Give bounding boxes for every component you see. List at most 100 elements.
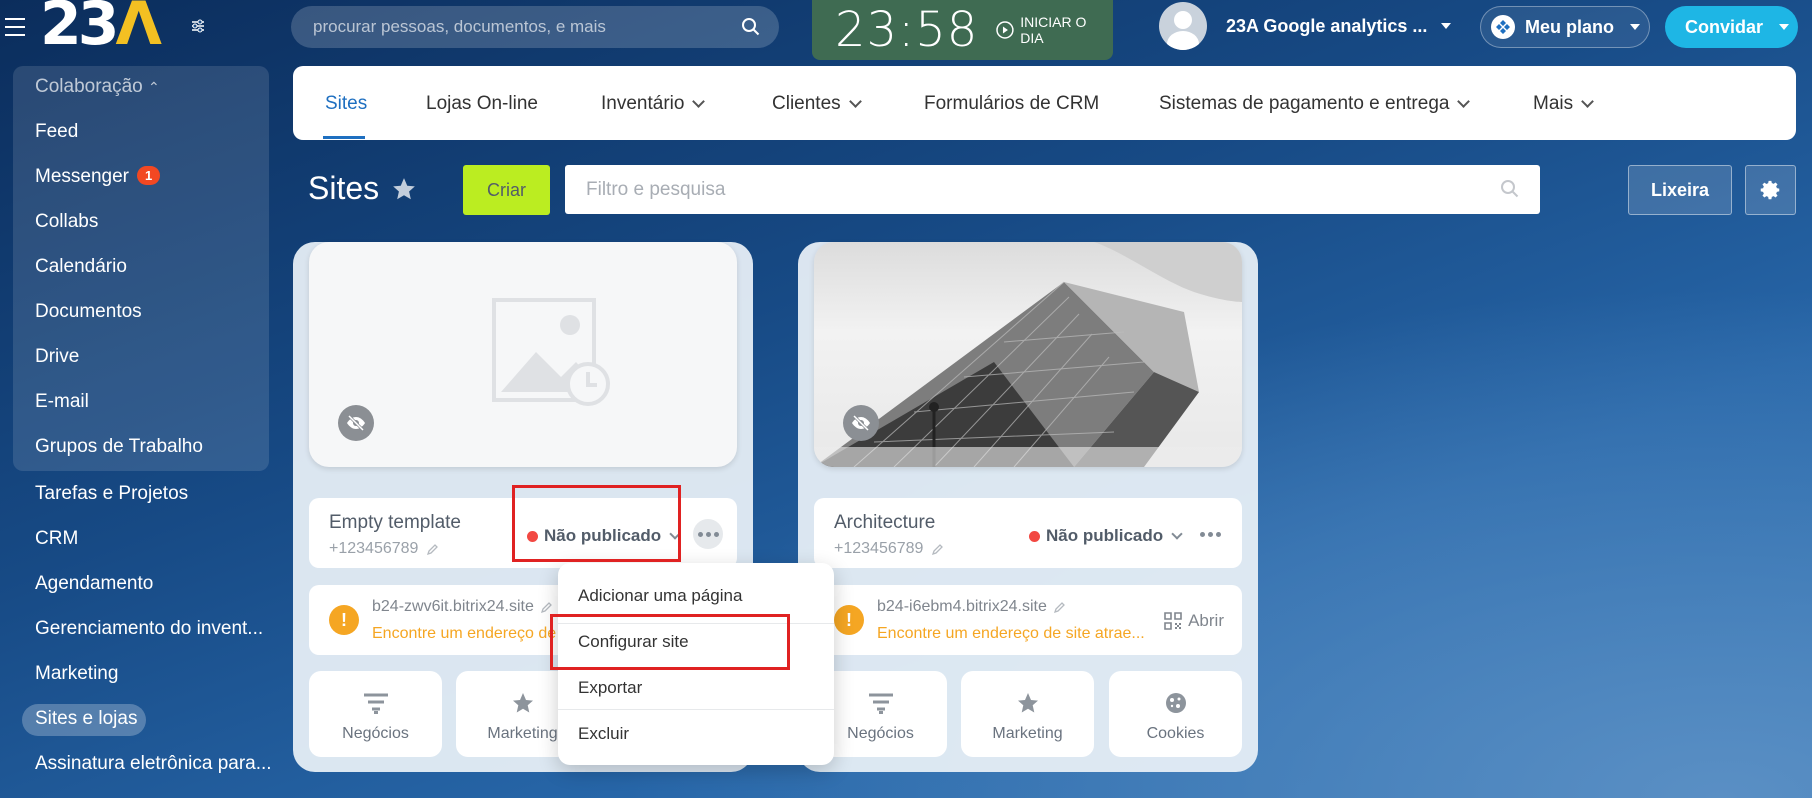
plan-label: Meu plano [1525,16,1614,37]
menu-item-delete[interactable]: Excluir [578,724,629,744]
sidebar-item-drive[interactable]: Drive [35,346,79,368]
avatar [1159,2,1207,50]
menu-item-add-page[interactable]: Adicionar uma página [578,586,742,606]
tab-label: Clientes [772,93,841,114]
domain-text: b24-zwv6it.bitrix24.site [372,598,534,615]
open-site-button[interactable]: Abrir [1164,611,1224,631]
search-placeholder: procurar pessoas, documentos, e mais [313,17,606,36]
sidebar-item-tasks[interactable]: Tarefas e Projetos [35,483,188,505]
sidebar-item-crm[interactable]: CRM [35,528,78,550]
logo-text: 23 [40,0,119,59]
settings-sliders-icon[interactable] [190,18,206,39]
site-preview-image[interactable] [814,242,1242,467]
star-icon [1017,693,1038,713]
chevron-up-icon: ⌃ [148,79,160,95]
funnel-icon [868,693,893,714]
open-label: Abrir [1188,611,1224,630]
site-name[interactable]: Architecture [834,512,935,534]
tab-sites[interactable]: Sites [325,93,367,115]
tab-online-stores[interactable]: Lojas On-line [426,93,538,115]
invite-button[interactable]: Convidar [1665,6,1798,48]
menu-divider [558,709,834,710]
site-domain-bar: ! b24-i6ebm4.bitrix24.site Encontre um e… [814,585,1242,655]
chevron-down-icon [1441,23,1452,29]
site-domain[interactable]: b24-i6ebm4.bitrix24.site [877,598,1066,616]
sidebar-item-messenger[interactable]: Messenger 1 [35,166,161,188]
chevron-down-icon [1457,95,1471,108]
site-phone: +123456789 [834,540,944,558]
tab-clients[interactable]: Clientes [772,93,862,115]
sidebar-item-email[interactable]: E-mail [35,391,89,413]
marketing-tile[interactable]: Marketing [961,671,1094,757]
star-icon [512,693,533,713]
search-icon[interactable] [1500,179,1520,205]
status-label: Não publicado [1046,526,1164,545]
chevron-down-icon [692,95,706,108]
image-placeholder-icon [492,298,610,406]
chevron-down-icon [1779,24,1790,30]
deals-tile[interactable]: Negócios [309,671,442,757]
logo[interactable]: 23Λ [40,0,162,54]
chevron-down-icon [1171,527,1183,540]
filter-placeholder: Filtro e pesquisa [586,178,726,200]
site-info-bar: Architecture +123456789 Não publicado [814,498,1242,568]
sidebar-item-esignature[interactable]: Assinatura eletrônica para... [35,753,272,775]
search-icon[interactable] [741,17,761,42]
gear-icon[interactable] [1745,165,1796,215]
cookie-icon [1165,693,1186,713]
pencil-icon[interactable] [1053,601,1066,614]
notification-badge: 1 [137,166,161,185]
hidden-eye-icon[interactable] [338,405,374,441]
tab-label: Sistemas de pagamento e entrega [1159,93,1450,114]
tab-payment-delivery[interactable]: Sistemas de pagamento e entrega [1159,93,1471,115]
pencil-icon[interactable] [540,601,553,614]
sidebar-item-documents[interactable]: Documentos [35,301,142,323]
menu-item-export[interactable]: Exportar [578,678,642,698]
pencil-icon[interactable] [426,543,439,556]
tile-label: Negócios [847,725,914,742]
domain-hint-link[interactable]: Encontre um endereço de [372,625,556,643]
tab-crm-forms[interactable]: Formulários de CRM [924,93,1099,115]
tab-inventory[interactable]: Inventário [601,93,706,115]
more-actions-button[interactable] [1195,519,1225,549]
create-button[interactable]: Criar [463,165,550,215]
publish-status-dropdown[interactable]: Não publicado [1029,526,1183,546]
start-day-label: INICIAR O DIA [1020,14,1087,46]
sidebar-item-sites[interactable]: Sites e lojas [35,708,137,730]
architecture-photo [814,242,1242,467]
sidebar-item-inventory[interactable]: Gerenciamento do invent... [35,618,263,640]
site-card-architecture: Architecture +123456789 Não publicado ! … [798,242,1258,772]
menu-burger-icon[interactable] [5,18,25,36]
sidebar-item-marketing[interactable]: Marketing [35,663,118,685]
trash-button[interactable]: Lixeira [1628,165,1732,215]
sidebar-item-scheduling[interactable]: Agendamento [35,573,153,595]
sidebar-item-workgroups[interactable]: Grupos de Trabalho [35,436,203,458]
start-day-button[interactable]: INICIAR O DIA [996,14,1113,46]
tab-more[interactable]: Mais [1533,93,1594,115]
cookies-tile[interactable]: Cookies [1109,671,1242,757]
sidebar-group-label: Colaboração [35,76,143,97]
plan-icon [1491,15,1515,39]
more-actions-button[interactable] [693,519,723,549]
tile-label: Marketing [992,725,1063,742]
domain-hint-link[interactable]: Encontre um endereço de site atrae... [877,625,1145,643]
sidebar-group-title[interactable]: Colaboração ⌃ [35,76,160,98]
hidden-eye-icon[interactable] [843,405,879,441]
invite-label: Convidar [1685,16,1764,37]
sidebar-item-collabs[interactable]: Collabs [35,211,98,233]
my-plan-button[interactable]: Meu plano [1480,6,1650,48]
pencil-icon[interactable] [931,543,944,556]
chevron-down-icon [1581,95,1594,108]
chevron-down-icon [848,95,862,108]
workday-clock[interactable]: 23:58 INICIAR O DIA [812,0,1113,60]
site-name[interactable]: Empty template [329,512,461,534]
user-menu[interactable]: 23A Google analytics ... [1159,0,1452,52]
site-domain[interactable]: b24-zwv6it.bitrix24.site [372,598,553,616]
filter-search-input[interactable]: Filtro e pesquisa [565,165,1540,214]
global-search-input[interactable]: procurar pessoas, documentos, e mais [291,6,779,48]
site-preview-placeholder[interactable] [309,242,737,467]
star-icon[interactable] [391,176,417,202]
sidebar-item-feed[interactable]: Feed [35,121,78,143]
qr-code-icon [1164,612,1182,630]
sidebar-item-calendar[interactable]: Calendário [35,256,127,278]
